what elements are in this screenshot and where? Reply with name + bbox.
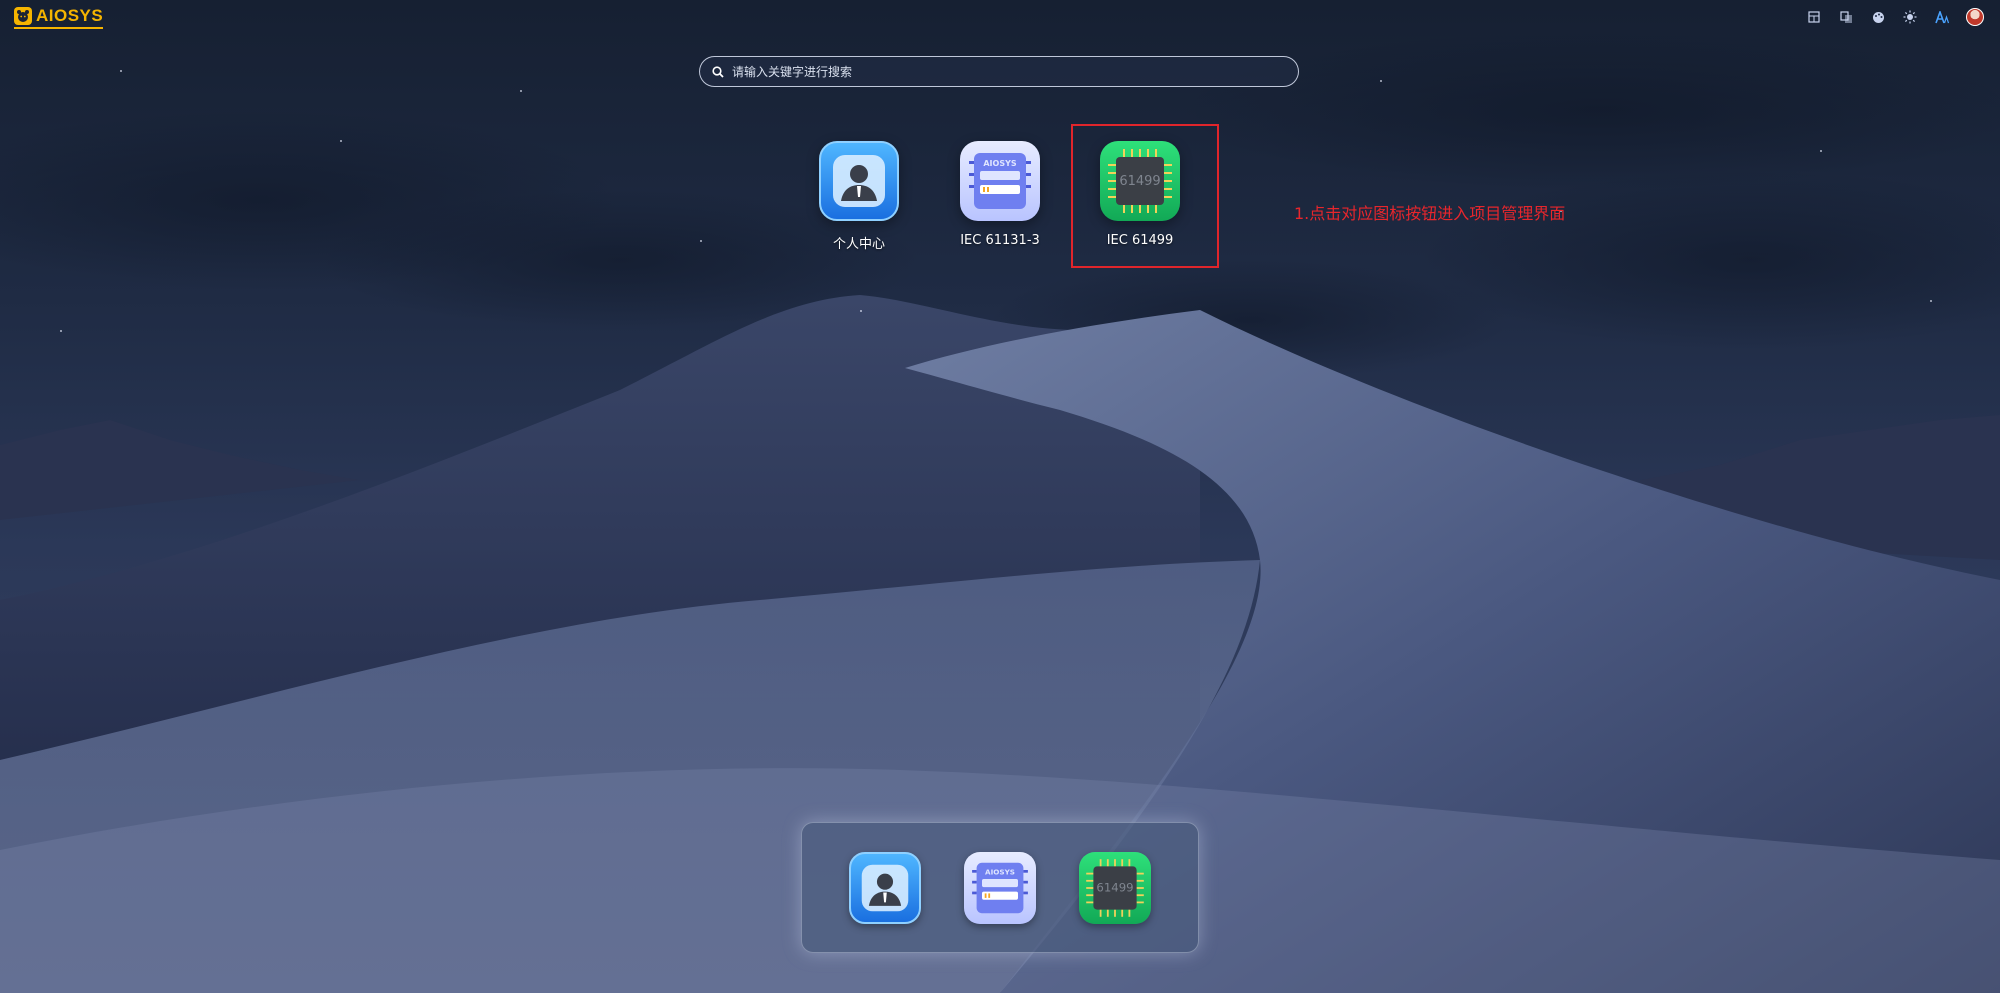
layout-icon[interactable]: [1806, 9, 1822, 25]
app-user-center[interactable]: 个人中心: [799, 141, 919, 252]
logo-text: AIOSYS: [36, 6, 104, 25]
desktop: AIOSYS 请输入关键字进行搜索 个人中心 AIOSYS IEC 61131-…: [0, 0, 2000, 993]
annotation-text: 1.点击对应图标按钮进入项目管理界面: [1294, 204, 1566, 223]
star: [1820, 150, 1822, 152]
search-input[interactable]: [730, 63, 1286, 80]
dock: AIOSYS 61499: [801, 822, 1199, 953]
star: [60, 330, 62, 332]
user-center-icon: [819, 141, 899, 221]
chip-badge-text: AIOSYS: [985, 867, 1015, 876]
search-bar[interactable]: [699, 56, 1299, 87]
star: [120, 70, 122, 72]
user-center-icon: [862, 864, 909, 911]
app-label: 个人中心: [832, 237, 885, 252]
iec61131-chip-icon: AIOSYS: [960, 141, 1040, 221]
app-label: IEC 61131-3: [960, 233, 1040, 248]
iec61499-chip-icon: 61499: [1085, 858, 1144, 917]
star: [860, 310, 862, 312]
bear-logo-icon: [14, 7, 32, 25]
dock-user-center[interactable]: [849, 851, 922, 924]
star: [340, 140, 342, 142]
search-icon: [712, 65, 724, 78]
star: [1380, 80, 1382, 82]
dock-iec61131[interactable]: AIOSYS: [963, 851, 1036, 924]
palette-icon[interactable]: [1870, 9, 1886, 25]
user-avatar[interactable]: [1966, 8, 1984, 26]
sun-icon[interactable]: [1902, 9, 1918, 25]
star: [520, 90, 522, 92]
iec61131-chip-icon: AIOSYS: [972, 862, 1028, 913]
chip-badge-text: AIOSYS: [983, 159, 1017, 168]
star: [1930, 300, 1932, 302]
aiosys-logo[interactable]: AIOSYS: [14, 6, 104, 29]
highlight-box: [1071, 124, 1219, 268]
top-toolbar: [1806, 8, 1984, 26]
translate-icon[interactable]: [1838, 9, 1854, 25]
font-size-icon[interactable]: [1934, 9, 1950, 25]
dock-iec61499[interactable]: 61499: [1078, 851, 1151, 924]
app-iec61131[interactable]: AIOSYS IEC 61131-3: [940, 141, 1060, 248]
chip-badge-text: 61499: [1096, 880, 1133, 894]
star: [700, 240, 702, 242]
